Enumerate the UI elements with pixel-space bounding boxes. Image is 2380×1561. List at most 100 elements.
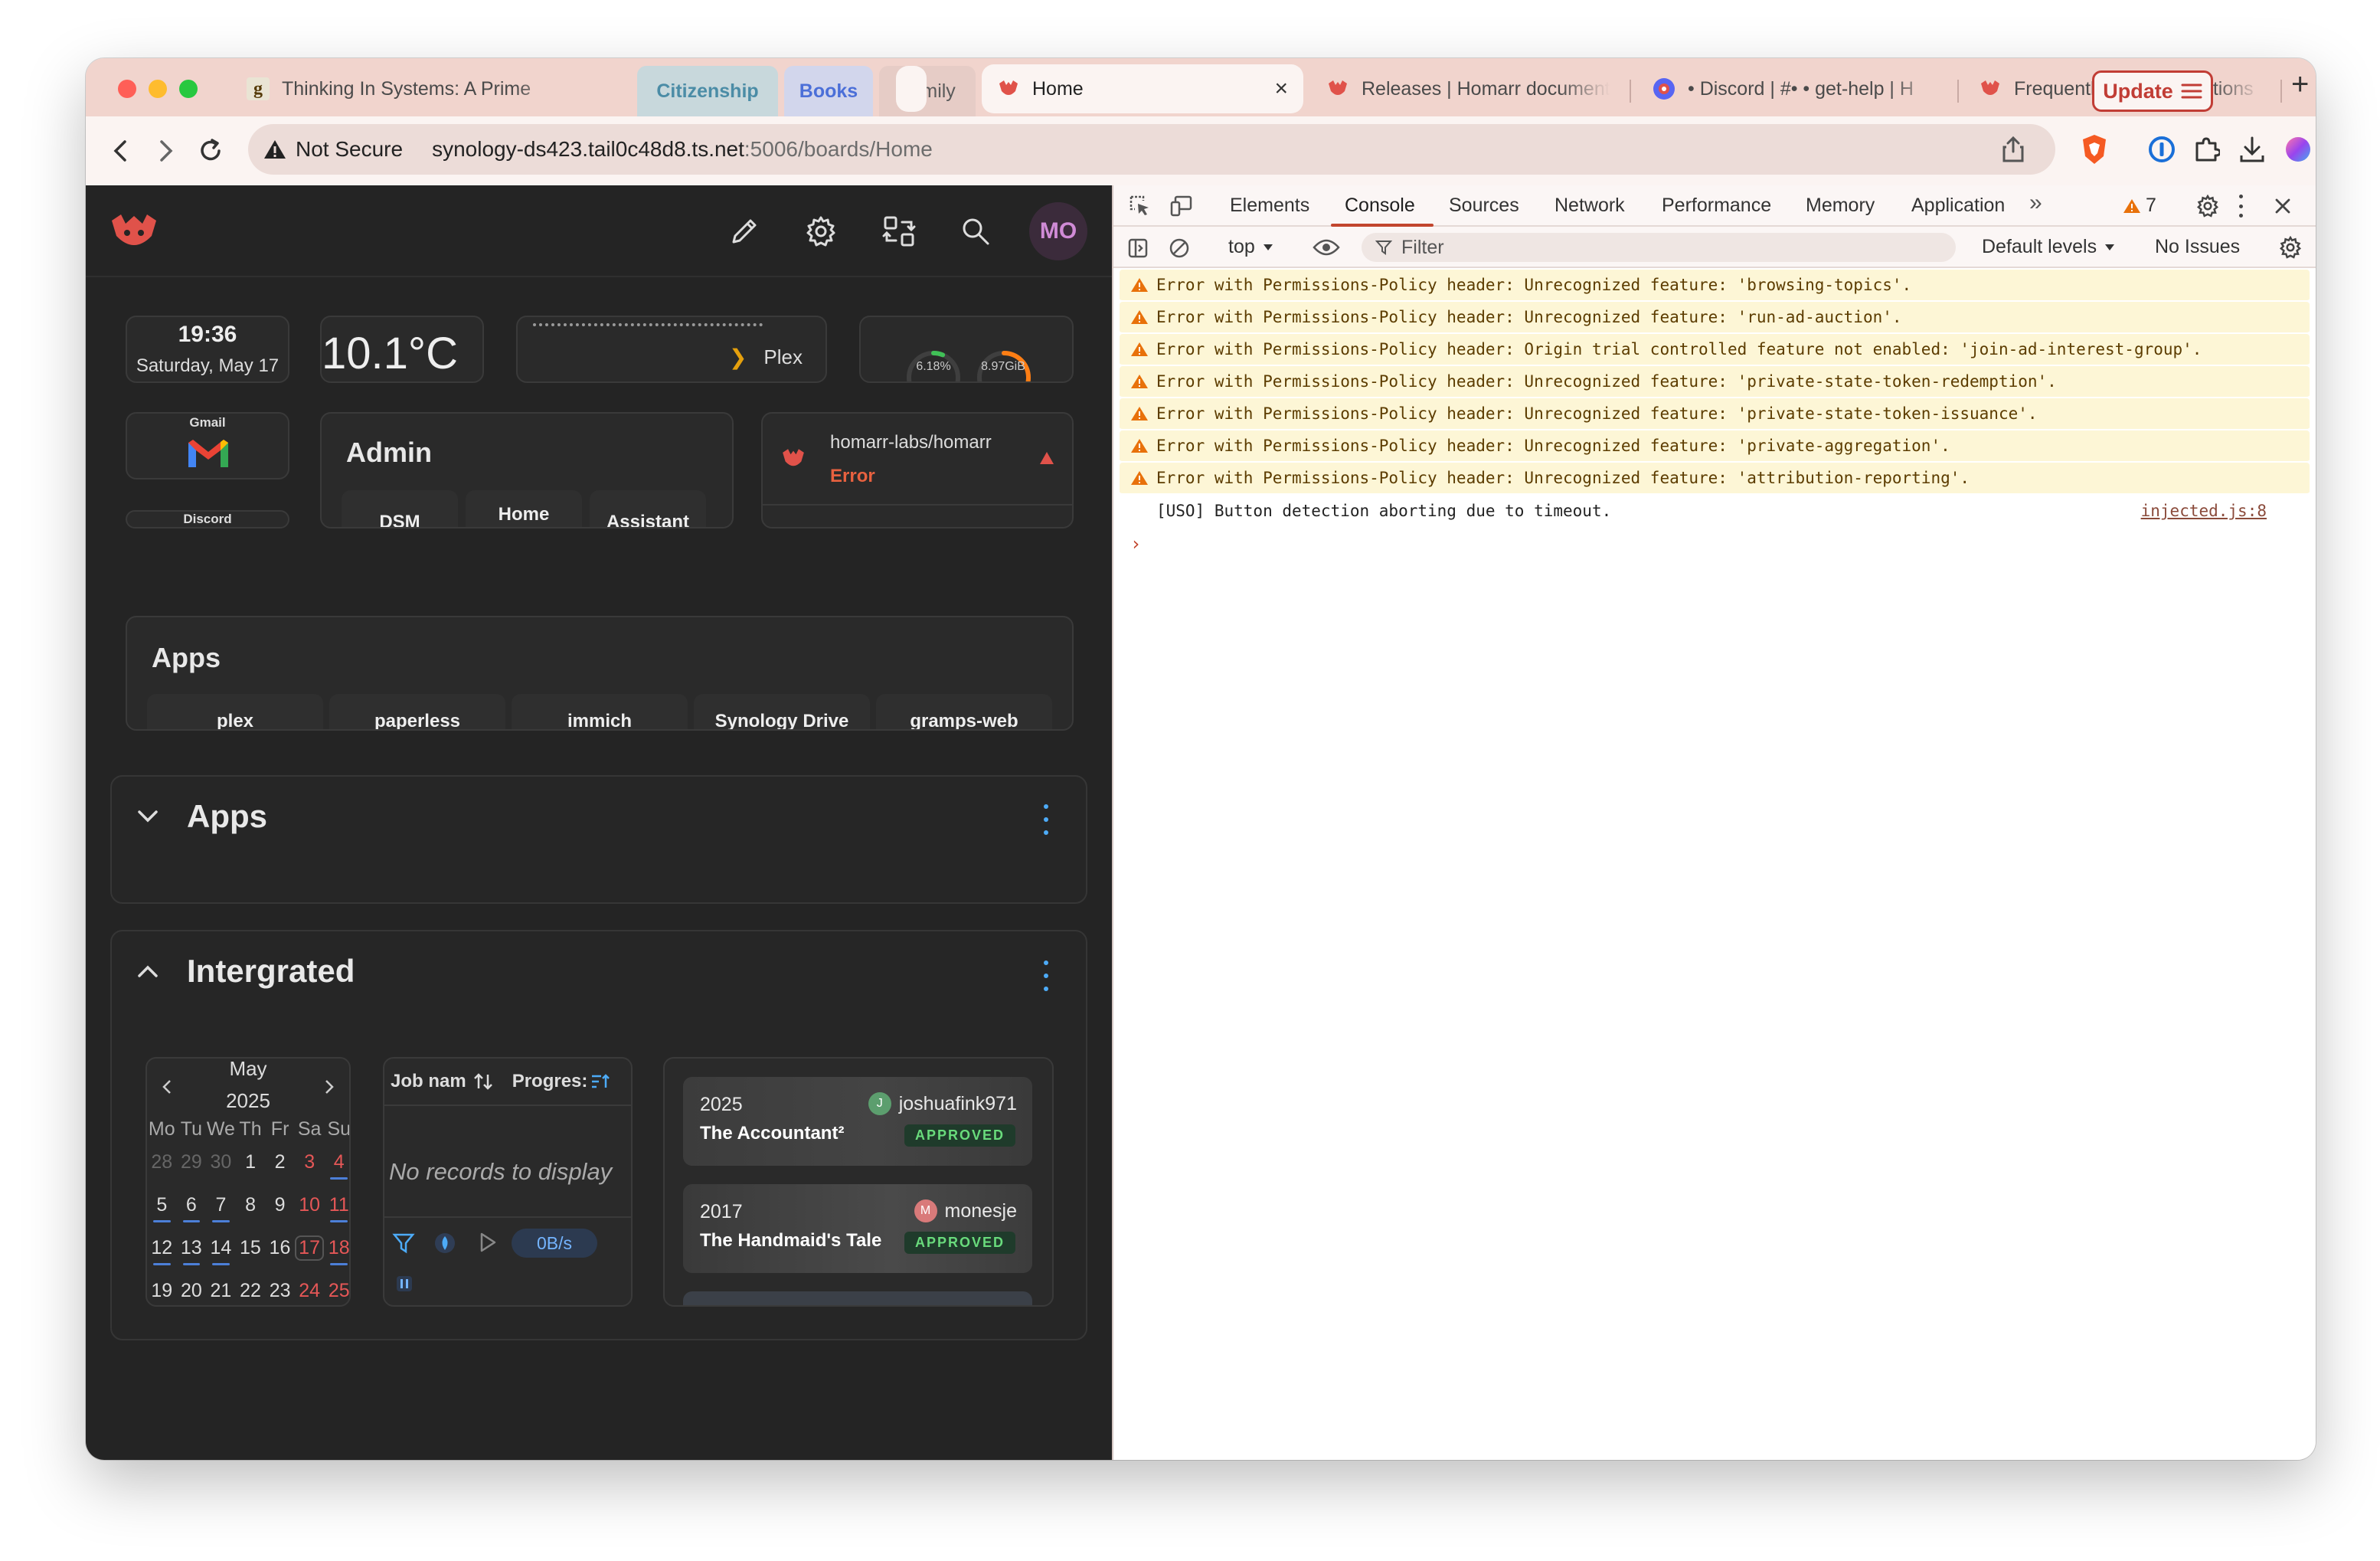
tab-discord[interactable]: • Discord | #• • get-help | H bbox=[1637, 66, 1959, 112]
console-settings-icon[interactable] bbox=[2277, 234, 2303, 260]
tab-home-active-main[interactable]: Home × bbox=[982, 64, 1303, 113]
update-browser-button[interactable]: Update bbox=[2092, 70, 2213, 112]
console-warning[interactable]: Error with Permissions-Policy header: Un… bbox=[1120, 463, 2310, 495]
share-icon[interactable] bbox=[2002, 136, 2025, 166]
tab-group-books[interactable]: Books bbox=[784, 66, 873, 116]
calendar-day[interactable]: 25 bbox=[324, 1280, 349, 1302]
repo-name[interactable]: homarr-labs/homarr bbox=[830, 432, 992, 453]
calendar-day[interactable]: 19 bbox=[147, 1280, 177, 1302]
calendar-day[interactable]: 5 bbox=[147, 1194, 177, 1222]
console-warning[interactable]: Error with Permissions-Policy header: Or… bbox=[1120, 334, 2310, 366]
warnings-counter[interactable]: 7 bbox=[2123, 195, 2156, 217]
tab-network[interactable]: Network bbox=[1555, 195, 1625, 217]
sidebar-toggle-icon[interactable] bbox=[1126, 236, 1150, 260]
log-levels-dropdown[interactable]: Default levels bbox=[1982, 236, 2115, 258]
section-menu-icon[interactable] bbox=[1038, 804, 1054, 835]
context-selector[interactable]: top bbox=[1228, 236, 1273, 258]
new-tab-button[interactable]: + bbox=[2291, 67, 2309, 102]
console-warning[interactable]: Error with Permissions-Policy header: Un… bbox=[1120, 430, 2310, 463]
zoom-window-button[interactable] bbox=[179, 80, 198, 98]
tab-memory[interactable]: Memory bbox=[1806, 195, 1875, 217]
collapse-section-button[interactable] bbox=[136, 964, 159, 983]
tab-console[interactable]: Console bbox=[1345, 195, 1415, 217]
calendar-day[interactable]: 9 bbox=[265, 1194, 295, 1216]
search-button[interactable] bbox=[954, 210, 997, 253]
bookmark-dsm[interactable]: DSM bbox=[342, 490, 458, 527]
extensions-icon[interactable] bbox=[2189, 132, 2224, 167]
tab-application[interactable]: Application bbox=[1911, 195, 2005, 217]
sort-active-icon[interactable] bbox=[590, 1072, 610, 1091]
console-warning[interactable]: Error with Permissions-Policy header: Un… bbox=[1120, 398, 2310, 430]
homarr-logo-icon[interactable] bbox=[109, 210, 159, 257]
close-devtools-icon[interactable] bbox=[2270, 193, 2296, 219]
calendar-day[interactable]: 4 bbox=[324, 1151, 349, 1180]
calendar-day[interactable]: 1 bbox=[236, 1151, 266, 1173]
calendar-day[interactable]: 10 bbox=[295, 1194, 325, 1216]
media-request-card-partial[interactable] bbox=[683, 1291, 1032, 1305]
tab-group-citizenship[interactable]: Citizenship bbox=[637, 66, 778, 116]
pause-icon[interactable] bbox=[394, 1273, 415, 1294]
calendar-day[interactable]: 16 bbox=[265, 1237, 295, 1259]
back-button[interactable] bbox=[101, 132, 139, 170]
calendar-day[interactable]: 6 bbox=[177, 1194, 207, 1222]
calendar-day[interactable]: 2 bbox=[265, 1151, 295, 1173]
column-progress[interactable]: Progres: bbox=[512, 1071, 589, 1092]
console-log[interactable]: [USO] Button detection aborting due to t… bbox=[1120, 495, 2310, 527]
app-paperless[interactable]: paperless bbox=[329, 694, 505, 729]
gmail-app-tile[interactable]: Gmail bbox=[126, 412, 289, 479]
app-plex[interactable]: plex bbox=[147, 694, 323, 729]
console-warning[interactable]: Error with Permissions-Policy header: Un… bbox=[1120, 366, 2310, 398]
calendar-day[interactable]: 11 bbox=[324, 1194, 349, 1222]
app-immich[interactable]: immich bbox=[512, 694, 688, 729]
url-text[interactable]: synology-ds423.tail0c48d8.ts.net:5006/bo… bbox=[432, 137, 933, 162]
media-server-link[interactable]: ❯ Plex bbox=[729, 345, 803, 370]
calendar-day[interactable]: 24 bbox=[295, 1280, 325, 1302]
calendar-day[interactable]: 12 bbox=[147, 1237, 177, 1265]
tab-group-family[interactable]: Family bbox=[879, 66, 976, 116]
media-request-card[interactable]: 2017 The Handmaid's Tale M monesje APPRO… bbox=[683, 1184, 1032, 1273]
console-warning[interactable]: Error with Permissions-Policy header: Un… bbox=[1120, 270, 2310, 302]
console-filter-input[interactable]: Filter bbox=[1362, 233, 1956, 262]
tab-elements[interactable]: Elements bbox=[1230, 195, 1309, 217]
tab-performance[interactable]: Performance bbox=[1662, 195, 1771, 217]
tab-home[interactable] bbox=[896, 66, 927, 112]
app-gramps-web[interactable]: gramps-web bbox=[876, 694, 1052, 729]
console-warning[interactable]: Error with Permissions-Policy header: Un… bbox=[1120, 302, 2310, 334]
discord-app-tile[interactable]: Discord bbox=[126, 510, 289, 529]
reload-button[interactable] bbox=[191, 132, 230, 170]
calendar-day[interactable]: 20 bbox=[177, 1280, 207, 1302]
brave-shields-icon[interactable] bbox=[2077, 132, 2112, 167]
app-synology-drive[interactable]: Synology Drive bbox=[694, 694, 870, 729]
live-expression-icon[interactable] bbox=[1311, 234, 1342, 260]
calendar-day[interactable]: 30 bbox=[206, 1151, 236, 1173]
address-bar[interactable]: Not Secure synology-ds423.tail0c48d8.ts.… bbox=[248, 124, 2055, 175]
next-month-button[interactable] bbox=[323, 1078, 335, 1099]
minimize-window-button[interactable] bbox=[149, 80, 167, 98]
device-toolbar-icon[interactable] bbox=[1169, 193, 1195, 219]
issues-counter[interactable]: No Issues bbox=[2155, 236, 2240, 258]
console-prompt[interactable]: › bbox=[1130, 527, 2316, 561]
not-secure-indicator[interactable]: Not Secure bbox=[263, 137, 403, 162]
devtools-settings-icon[interactable] bbox=[2195, 193, 2221, 219]
tab-thinking-in-systems[interactable]: g Thinking In Systems: A Prime bbox=[231, 66, 629, 112]
calendar-day[interactable]: 28 bbox=[147, 1151, 177, 1173]
calendar-day[interactable]: 13 bbox=[177, 1237, 207, 1265]
onepassword-icon[interactable] bbox=[2144, 132, 2179, 167]
calendar-day[interactable]: 3 bbox=[295, 1151, 325, 1173]
log-source-link[interactable]: injected.js:8 bbox=[2141, 502, 2267, 520]
expand-section-button[interactable] bbox=[136, 809, 159, 828]
forward-button[interactable] bbox=[147, 132, 185, 170]
bookmark-home[interactable]: Home bbox=[466, 490, 582, 527]
calendar-day[interactable]: 8 bbox=[236, 1194, 266, 1216]
calendar-day[interactable]: 29 bbox=[177, 1151, 207, 1173]
play-icon[interactable] bbox=[478, 1232, 498, 1253]
calendar-day[interactable]: 7 bbox=[206, 1194, 236, 1222]
section-menu-icon[interactable] bbox=[1038, 960, 1054, 991]
switch-board-button[interactable] bbox=[878, 210, 920, 253]
close-tab-icon[interactable]: × bbox=[1274, 76, 1288, 102]
sort-icon[interactable] bbox=[472, 1072, 494, 1091]
downloads-icon[interactable] bbox=[2235, 132, 2270, 167]
media-request-card[interactable]: 2025 The Accountant² J joshuafink971 APP… bbox=[683, 1077, 1032, 1166]
client-status-icon[interactable] bbox=[433, 1232, 456, 1255]
close-window-button[interactable] bbox=[118, 80, 136, 98]
